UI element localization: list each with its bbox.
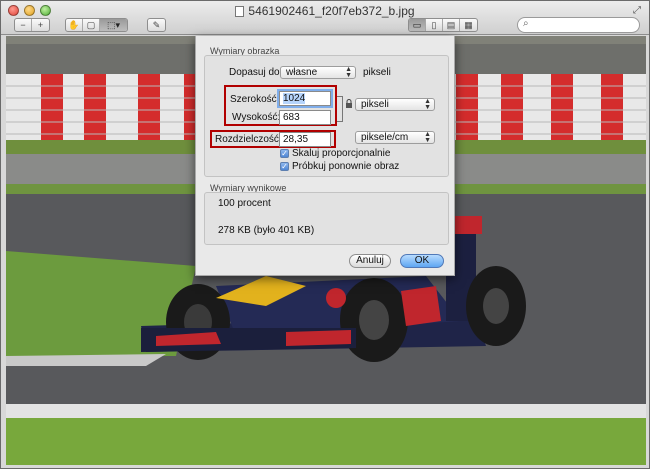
- view-single-icon[interactable]: ▭: [409, 19, 426, 31]
- zoom-button-group: − +: [14, 18, 50, 32]
- resample-checkbox[interactable]: ✓: [280, 162, 289, 171]
- resolution-field-value: 28,35: [283, 134, 309, 145]
- popup-arrows-icon: ▲ ▼: [345, 66, 352, 79]
- zoom-out-icon[interactable]: −: [15, 19, 32, 31]
- scale-proportionally-checkbox[interactable]: ✓: [280, 149, 289, 158]
- result-percent: 100 procent: [218, 198, 271, 209]
- tools-button-group: ✋ ▢ ⬚▾: [65, 18, 128, 32]
- fit-label: Dopasuj do:: [229, 67, 283, 78]
- fullscreen-icon[interactable]: ⤢: [633, 5, 641, 16]
- height-field-value: 683: [283, 112, 300, 123]
- scale-proportionally-label: Skaluj proporcjonalnie: [292, 148, 391, 159]
- title-bar: 5461902461_f20f7eb372_b.jpg ⤢ − + ✋ ▢ ⬚▾…: [1, 1, 649, 35]
- hand-icon[interactable]: ✋: [66, 19, 83, 31]
- width-label: Szerokość:: [230, 94, 280, 105]
- size-unit-popup-value: pikseli: [361, 99, 389, 110]
- popup-arrows-icon: ▲ ▼: [424, 131, 431, 144]
- window-title-text: 5461902461_f20f7eb372_b.jpg: [248, 4, 415, 18]
- crop-icon[interactable]: ▢: [83, 19, 100, 31]
- document-icon: [235, 6, 245, 17]
- popup-arrows-icon: ▲ ▼: [424, 98, 431, 111]
- selection-icon[interactable]: ⬚▾: [100, 19, 127, 31]
- result-size: 278 KB (było 401 KB): [218, 225, 315, 236]
- height-field[interactable]: 683: [279, 110, 331, 125]
- width-field[interactable]: 1024: [279, 91, 331, 106]
- view-grid-icon[interactable]: ▦: [460, 19, 477, 31]
- search-icon: ⌕: [523, 18, 529, 29]
- view-sidebar-icon[interactable]: ▯: [426, 19, 443, 31]
- resolution-unit-popup-value: piksele/cm: [361, 132, 409, 143]
- ok-button[interactable]: OK: [400, 254, 444, 268]
- window-title: 5461902461_f20f7eb372_b.jpg: [1, 4, 649, 18]
- width-field-value: 1024: [283, 93, 306, 104]
- pen-icon[interactable]: ✎: [148, 19, 165, 31]
- view-contact-icon[interactable]: ▤: [443, 19, 460, 31]
- cancel-button[interactable]: Anuluj: [349, 254, 391, 268]
- search-input[interactable]: ⌕: [517, 17, 640, 33]
- view-mode-group: ▭ ▯ ▤ ▦: [408, 18, 478, 32]
- resample-label: Próbkuj ponownie obraz: [292, 161, 400, 172]
- proportion-bracket: [337, 96, 343, 122]
- fit-popup[interactable]: własne ▲ ▼: [280, 66, 356, 79]
- size-unit-popup[interactable]: pikseli ▲ ▼: [355, 98, 435, 111]
- resolution-field[interactable]: 28,35: [279, 132, 331, 147]
- resolution-label: Rozdzielczość:: [215, 134, 282, 145]
- fit-popup-value: własne: [286, 67, 318, 78]
- height-label: Wysokość:: [232, 112, 281, 123]
- resolution-unit-popup[interactable]: piksele/cm ▲ ▼: [355, 131, 435, 144]
- annotate-button-group: ✎: [147, 18, 166, 32]
- fit-unit-label: pikseli: [363, 67, 391, 78]
- preview-window: 5461902461_f20f7eb372_b.jpg ⤢ − + ✋ ▢ ⬚▾…: [0, 0, 650, 469]
- zoom-in-icon[interactable]: +: [32, 19, 49, 31]
- lock-icon: [346, 99, 352, 108]
- adjust-size-dialog: Wymiary obrazka Dopasuj do: własne ▲ ▼ pi…: [195, 36, 455, 276]
